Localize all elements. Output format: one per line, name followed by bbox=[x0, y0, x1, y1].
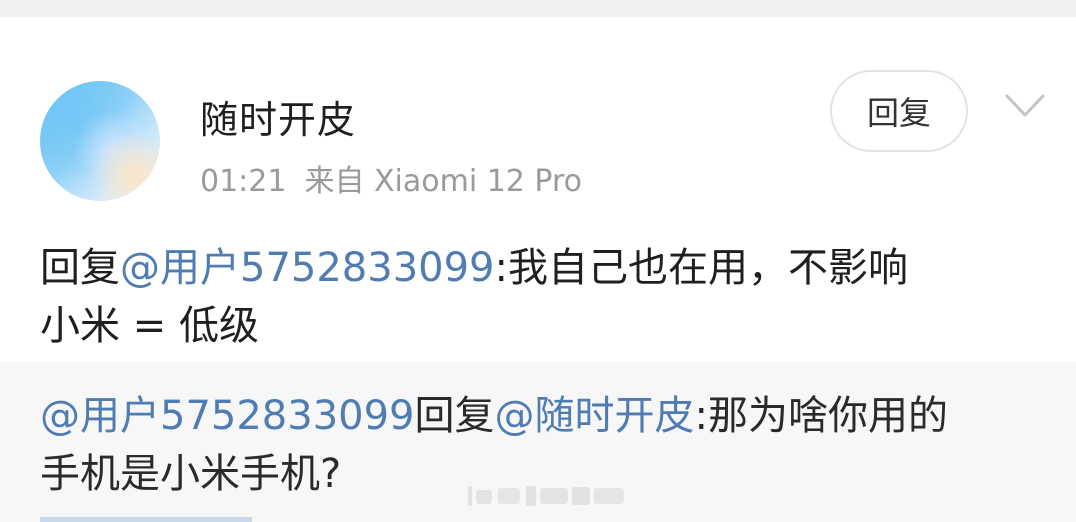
quote-mention-target[interactable]: @随时开皮 bbox=[495, 393, 695, 439]
quote-mention-user[interactable]: @用户5752833099 bbox=[40, 393, 415, 439]
top-divider-strip bbox=[0, 0, 1076, 17]
comment-card: 随时开皮 01:21 来自 Xiaomi 12 Pro 回复 回复@用户57528… bbox=[0, 17, 1076, 362]
post-time: 01:21 bbox=[200, 164, 287, 199]
chevron-down-icon[interactable] bbox=[1004, 91, 1046, 121]
username[interactable]: 随时开皮 bbox=[200, 89, 356, 144]
post-source: 来自 Xiaomi 12 Pro bbox=[304, 164, 583, 199]
post-meta: 01:21 来自 Xiaomi 12 Pro bbox=[200, 156, 582, 200]
active-tab-indicator bbox=[40, 517, 252, 522]
comment-mention[interactable]: @用户5752833099 bbox=[120, 245, 495, 291]
comment-line-2: 小米 = 低级 bbox=[40, 303, 259, 349]
comment-text-line1: :我自己也在用，不影响 bbox=[494, 245, 908, 291]
quote-line-1: @用户5752833099回复@随时开皮:那为啥你用的 bbox=[40, 387, 1050, 445]
quoted-reply-box[interactable]: @用户5752833099回复@随时开皮:那为啥你用的 手机是小米手机? bbox=[0, 362, 1076, 522]
comment-reply-prefix: 回复 bbox=[40, 245, 120, 291]
quote-text-line1: :那为啥你用的 bbox=[694, 393, 948, 439]
avatar[interactable] bbox=[40, 81, 160, 201]
reply-button[interactable]: 回复 bbox=[830, 70, 968, 152]
watermark-icon bbox=[468, 486, 624, 506]
comment-text: 回复@用户5752833099:我自己也在用，不影响 小米 = 低级 bbox=[40, 239, 1040, 355]
quote-reply-word: 回复 bbox=[414, 393, 495, 439]
comment-line-1: 回复@用户5752833099:我自己也在用，不影响 bbox=[40, 239, 1040, 297]
